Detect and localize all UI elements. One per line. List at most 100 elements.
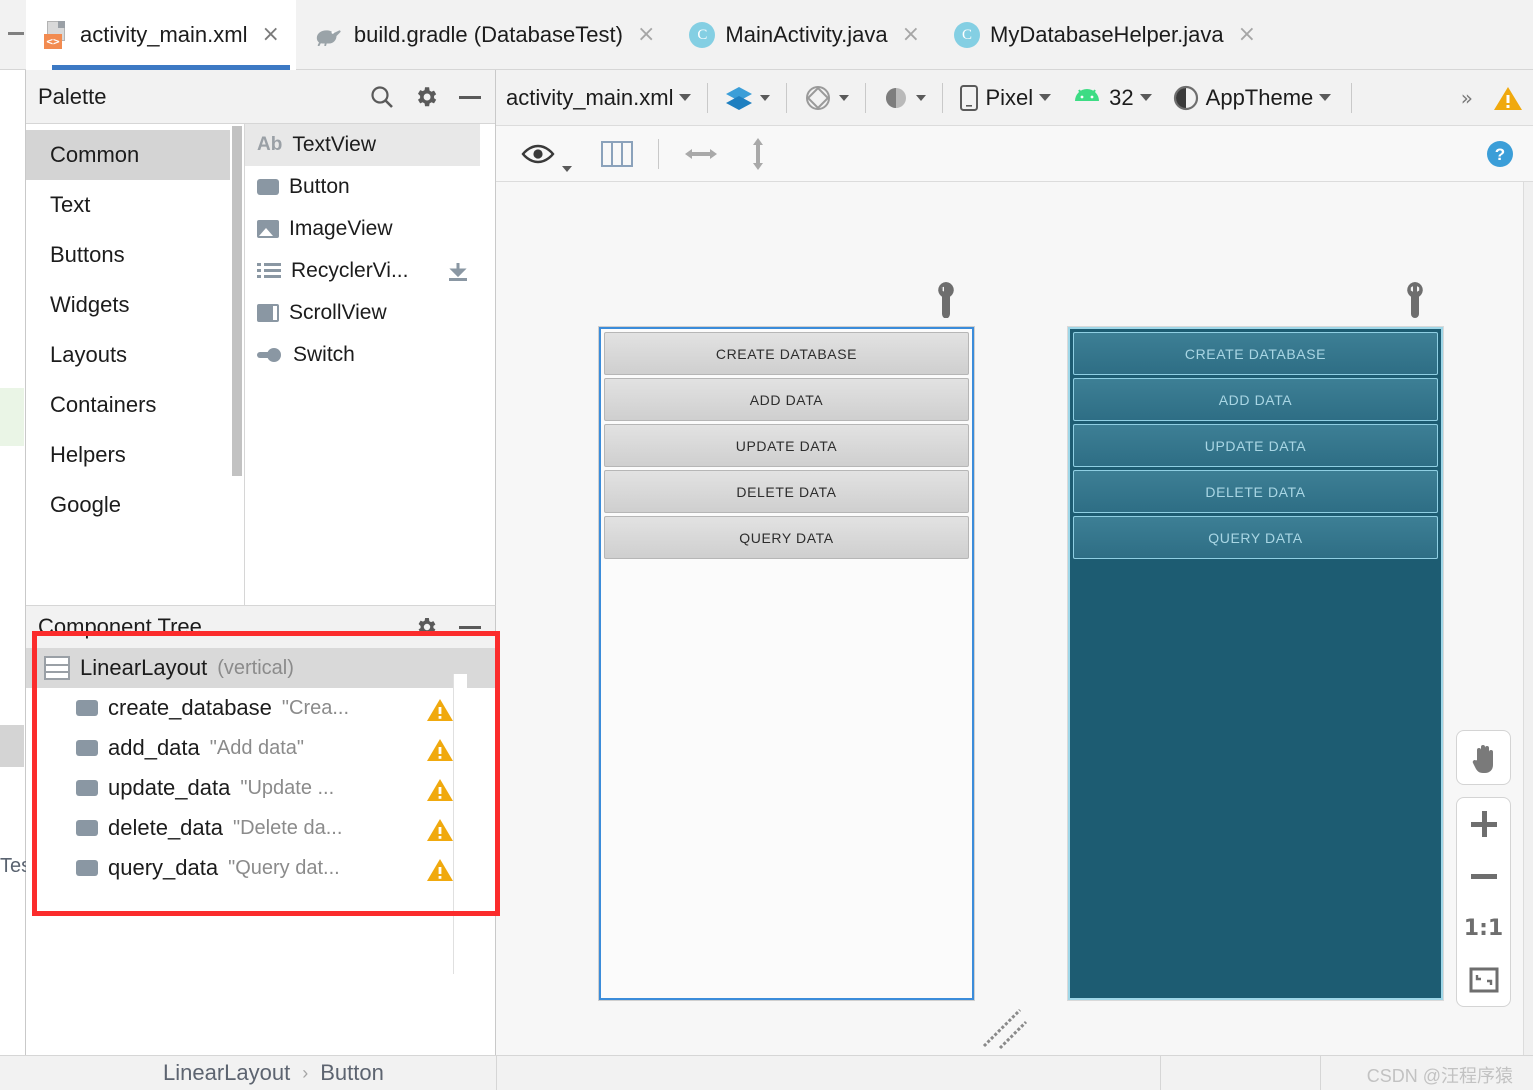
wrench-icon[interactable]	[933, 282, 959, 323]
palette-header-actions	[369, 70, 483, 124]
palette-category-google[interactable]: Google	[26, 480, 244, 530]
tree-item-query-data[interactable]: query_data "Query dat...	[26, 848, 495, 888]
resize-corner-icon[interactable]	[980, 1002, 1032, 1059]
zoom-out-button[interactable]	[1457, 850, 1510, 902]
actual-size-button[interactable]: 1:1	[1457, 902, 1510, 954]
blueprint-preview-button[interactable]: CREATE DATABASE	[1073, 332, 1438, 375]
blueprint-preview-button[interactable]: DELETE DATA	[1073, 470, 1438, 513]
device-selector[interactable]: Pixel	[949, 70, 1061, 126]
actual-size-label: 1:1	[1463, 915, 1504, 941]
match-width-button[interactable]	[673, 126, 729, 182]
editor-tab[interactable]: C MyDatabaseHelper.java ×	[936, 0, 1272, 70]
blueprint-preview-button[interactable]: QUERY DATA	[1073, 516, 1438, 559]
editor-tab[interactable]: C MainActivity.java ×	[671, 0, 936, 70]
palette-category-common[interactable]: Common	[26, 130, 244, 180]
editor-tab[interactable]: build.gradle (DatabaseTest) ×	[296, 0, 671, 70]
palette-item-textview[interactable]: Ab TextView	[245, 124, 480, 166]
minimize-icon[interactable]	[457, 614, 483, 640]
component-tree-title: Component Tree	[38, 614, 202, 639]
toolbar-overflow-button[interactable]: »	[1451, 70, 1483, 126]
breadcrumb: LinearLayout › Button	[163, 1060, 384, 1086]
palette-item-switch[interactable]: Switch	[245, 334, 480, 376]
tree-item-linearlayout[interactable]: LinearLayout (vertical)	[26, 648, 495, 688]
warning-triangle-icon[interactable]	[426, 737, 454, 763]
design-preview-button[interactable]: DELETE DATA	[604, 470, 969, 513]
blueprint-preview-surface[interactable]: CREATE DATABASE ADD DATA UPDATE DATA DELETE…	[1068, 327, 1443, 1000]
xml-file-icon: <>	[44, 21, 70, 49]
blueprint-preview-button[interactable]: UPDATE DATA	[1073, 424, 1438, 467]
minimize-icon[interactable]	[457, 84, 483, 110]
tree-item-create-database[interactable]: create_database "Crea...	[26, 688, 495, 728]
palette-item-button[interactable]: Button	[245, 166, 480, 208]
tree-item-sublabel: "Query dat...	[228, 856, 340, 879]
palette-item-list: Ab TextView Button ImageView RecyclerVi... Sc…	[244, 124, 480, 605]
warnings-button[interactable]	[1483, 70, 1533, 126]
tree-item-update-data[interactable]: update_data "Update ...	[26, 768, 495, 808]
close-icon[interactable]: ×	[1238, 24, 1256, 46]
palette-item-label: TextView	[292, 133, 376, 156]
blueprint-preview-button-label: UPDATE DATA	[1204, 437, 1307, 454]
split-panes-button[interactable]	[590, 126, 644, 182]
orientation-button[interactable]	[793, 70, 859, 126]
design-preview-button[interactable]: ADD DATA	[604, 378, 969, 421]
palette-category-label: Google	[50, 492, 121, 517]
palette-category-buttons[interactable]: Buttons	[26, 230, 244, 280]
palette-category-helpers[interactable]: Helpers	[26, 430, 244, 480]
theme-selector[interactable]: AppTheme	[1162, 70, 1342, 126]
palette-category-widgets[interactable]: Widgets	[26, 280, 244, 330]
palette-category-label: Containers	[50, 392, 157, 417]
palette-item-scrollview[interactable]: ScrollView	[245, 292, 480, 334]
zoom-to-fit-button[interactable]	[1457, 954, 1510, 1006]
warning-triangle-icon[interactable]	[426, 697, 454, 723]
theme-mode-button[interactable]	[872, 70, 936, 126]
palette-category-layouts[interactable]: Layouts	[26, 330, 244, 380]
tree-item-sublabel: "Update ...	[240, 776, 335, 799]
download-icon[interactable]	[446, 260, 470, 284]
blueprint-preview-button[interactable]: ADD DATA	[1073, 378, 1438, 421]
design-preview-button[interactable]: UPDATE DATA	[604, 424, 969, 467]
visibility-button[interactable]	[510, 126, 582, 182]
close-icon[interactable]: ×	[637, 24, 655, 46]
zoom-in-button[interactable]	[1457, 798, 1510, 850]
warning-triangle-icon[interactable]	[426, 817, 454, 843]
help-button[interactable]: ?	[1475, 126, 1533, 182]
layout-file-selector[interactable]: activity_main.xml	[496, 70, 701, 126]
palette-panel: Palette Common Text Buttons Widgets Layouts C…	[26, 70, 496, 605]
layers-button[interactable]	[714, 70, 780, 126]
tree-item-add-data[interactable]: add_data "Add data"	[26, 728, 495, 768]
warning-triangle-icon[interactable]	[426, 777, 454, 803]
design-preview-button[interactable]: QUERY DATA	[604, 516, 969, 559]
palette-item-recyclervi[interactable]: RecyclerVi...	[245, 250, 480, 292]
palette-body: Common Text Buttons Widgets Layouts Container…	[26, 124, 495, 605]
editor-tab[interactable]: <> activity_main.xml ×	[26, 0, 296, 70]
close-icon[interactable]: ×	[902, 24, 920, 46]
search-icon[interactable]	[369, 84, 395, 110]
palette-category-containers[interactable]: Containers	[26, 380, 244, 430]
tree-item-sublabel: "Add data"	[209, 736, 305, 759]
zoom-to-fit-icon	[1469, 967, 1498, 993]
component-tree-scrollbar[interactable]	[453, 674, 467, 974]
palette-item-imageview[interactable]: ImageView	[245, 208, 480, 250]
gear-icon[interactable]	[413, 614, 439, 640]
close-icon[interactable]: ×	[261, 24, 279, 46]
palette-category-label: Helpers	[50, 442, 126, 467]
breadcrumb-item-leaf[interactable]: Button	[320, 1060, 384, 1086]
design-preview-button[interactable]: CREATE DATABASE	[604, 332, 969, 375]
palette-category-scrollbar[interactable]	[230, 124, 244, 605]
collapse-sidebar-icon[interactable]	[8, 32, 24, 35]
java-class-icon: C	[689, 22, 716, 48]
design-preview-surface[interactable]: CREATE DATABASE ADD DATA UPDATE DATA DELETE…	[599, 327, 974, 1000]
tree-item-delete-data[interactable]: delete_data "Delete da...	[26, 808, 495, 848]
wrench-icon[interactable]	[1402, 282, 1428, 323]
vertical-resize-icon	[753, 137, 763, 170]
canvas-right-scroll-edge[interactable]	[1523, 182, 1533, 1055]
match-height-button[interactable]	[737, 126, 779, 182]
design-canvas[interactable]: CREATE DATABASE ADD DATA UPDATE DATA DELETE…	[496, 182, 1533, 1055]
warning-triangle-icon[interactable]	[426, 857, 454, 883]
pan-tool-button[interactable]	[1456, 730, 1511, 785]
gear-icon[interactable]	[413, 84, 439, 110]
design-toolbar: activity_main.xml Pixel 32 AppTheme »	[496, 70, 1533, 126]
breadcrumb-item-root[interactable]: LinearLayout	[163, 1060, 290, 1086]
api-level-selector[interactable]: 32	[1061, 70, 1161, 126]
palette-category-text[interactable]: Text	[26, 180, 244, 230]
